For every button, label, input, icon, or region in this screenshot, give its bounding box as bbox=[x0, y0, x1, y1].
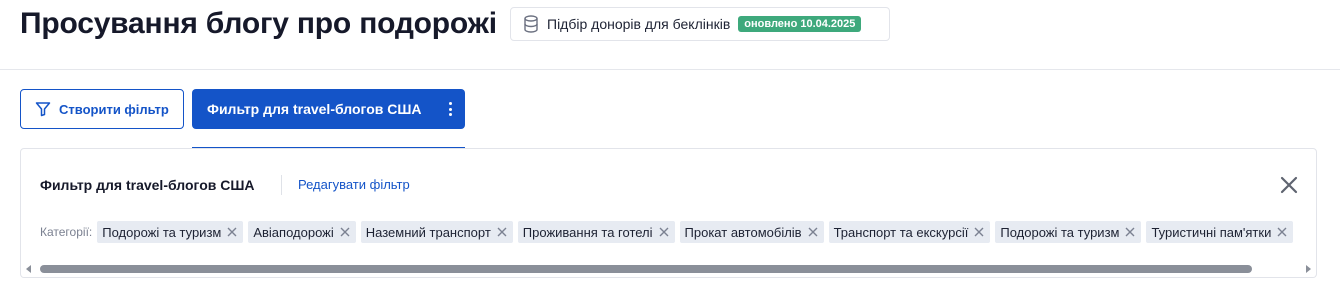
category-chip: Подорожі та туризм bbox=[97, 221, 244, 243]
chip-label: Авіаподорожі bbox=[253, 224, 334, 240]
categories-label: Категорії: bbox=[40, 225, 93, 239]
chip-label: Прокат автомобілів bbox=[684, 224, 802, 240]
database-icon bbox=[523, 15, 541, 33]
close-icon[interactable] bbox=[1277, 173, 1301, 197]
remove-icon[interactable] bbox=[496, 226, 508, 238]
scroll-left-icon[interactable] bbox=[26, 265, 31, 273]
scrollbar-thumb[interactable] bbox=[40, 265, 1252, 273]
create-filter-button[interactable]: Створити фільтр bbox=[20, 89, 184, 129]
edit-filter-link[interactable]: Редагувати фільтр bbox=[298, 177, 410, 192]
tool-badge[interactable]: Підбір донорів для беклінків оновлено 10… bbox=[510, 7, 890, 41]
remove-icon[interactable] bbox=[1124, 226, 1136, 238]
category-chip: Наземний транспорт bbox=[360, 221, 513, 243]
divider bbox=[281, 175, 282, 195]
category-chip: Подорожі та туризм bbox=[995, 221, 1142, 243]
filter-panel: Фильтр для travel-блогов США Редагувати … bbox=[20, 148, 1317, 278]
page-title: Просування блогу про подорожі bbox=[20, 7, 497, 40]
chip-label: Наземний транспорт bbox=[365, 224, 491, 240]
category-chip: Прокат автомобілів bbox=[679, 221, 824, 243]
category-chip: Авіаподорожі bbox=[248, 221, 356, 243]
tab-label: Фильтр для travel-блогов США bbox=[207, 101, 422, 117]
chip-label: Транспорт та екскурсії bbox=[833, 224, 969, 240]
categories-row: Категорії: Подорожі та туризм Авіаподоро… bbox=[40, 221, 1316, 243]
category-chip: Транспорт та екскурсії bbox=[828, 221, 991, 243]
remove-icon[interactable] bbox=[1276, 226, 1288, 238]
remove-icon[interactable] bbox=[339, 226, 351, 238]
remove-icon[interactable] bbox=[807, 226, 819, 238]
horizontal-scrollbar[interactable] bbox=[22, 261, 1315, 277]
page-header: Просування блогу про подорожі Підбір дон… bbox=[0, 0, 1340, 70]
filter-panel-title: Фильтр для travel-блогов США bbox=[40, 177, 255, 193]
create-filter-label: Створити фільтр bbox=[59, 101, 169, 117]
filter-icon bbox=[35, 101, 51, 117]
chip-label: Туристичні пам'ятки bbox=[1151, 224, 1272, 240]
tool-label: Підбір донорів для беклінків bbox=[547, 16, 731, 32]
remove-icon[interactable] bbox=[973, 226, 985, 238]
updated-badge: оновлено 10.04.2025 bbox=[738, 16, 862, 32]
chip-label: Подорожі та туризм bbox=[1000, 224, 1120, 240]
more-vertical-icon[interactable] bbox=[443, 100, 457, 118]
tab-filter-travel-usa[interactable]: Фильтр для travel-блогов США bbox=[192, 89, 465, 129]
chip-label: Подорожі та туризм bbox=[102, 224, 222, 240]
remove-icon[interactable] bbox=[658, 226, 670, 238]
category-chip: Проживання та готелі bbox=[517, 221, 675, 243]
category-chip: Туристичні пам'ятки bbox=[1146, 221, 1294, 243]
scroll-right-icon[interactable] bbox=[1306, 265, 1311, 273]
remove-icon[interactable] bbox=[226, 226, 238, 238]
chip-label: Проживання та готелі bbox=[522, 224, 653, 240]
